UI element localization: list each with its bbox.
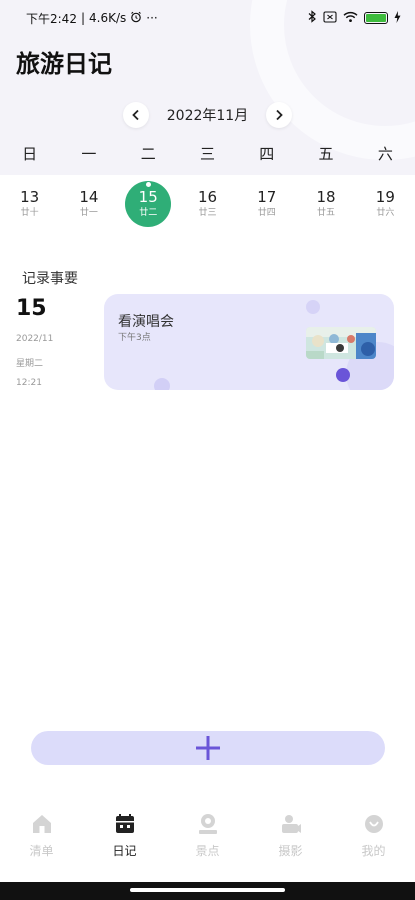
alarm-icon	[130, 11, 142, 26]
weekday-label: 四	[259, 145, 275, 163]
wifi-icon	[343, 11, 358, 26]
calendar-icon	[113, 812, 137, 836]
nav-item-list[interactable]: 清单	[0, 812, 83, 870]
location-pin-icon	[196, 812, 220, 836]
bluetooth-icon	[308, 10, 317, 26]
calendar-day[interactable]: 14 廿一	[59, 180, 118, 228]
day-number: 19	[375, 188, 395, 206]
weekday-label: 二	[140, 145, 156, 163]
record-date: 2022/11	[16, 334, 54, 344]
lunar-date: 廿四	[257, 208, 276, 218]
status-time: 下午2:42	[26, 11, 77, 26]
chevron-right-icon	[276, 109, 283, 121]
record-time: 12:21	[16, 378, 42, 388]
plus-icon	[196, 736, 220, 760]
lunar-date: 廿一	[79, 208, 98, 218]
home-icon	[30, 812, 54, 836]
app-title: 旅游日记	[16, 50, 112, 78]
nav-item-attractions[interactable]: 景点	[166, 812, 249, 870]
calendar-day[interactable]: 16 廿三	[178, 180, 237, 228]
next-month-button[interactable]	[266, 102, 293, 128]
sim-icon	[323, 10, 337, 26]
day-number: 18	[316, 188, 336, 206]
status-bar: 下午2:42 | 4.6K/s ···	[0, 0, 415, 36]
decorative-bubble	[154, 378, 170, 390]
record-thumbnail[interactable]	[306, 327, 376, 359]
profile-icon	[362, 812, 386, 836]
record-title: 看演唱会	[118, 314, 174, 330]
day-number: 15	[138, 188, 158, 206]
home-indicator	[0, 882, 415, 900]
calendar-day[interactable]: 19 廿六	[356, 180, 415, 228]
charging-icon	[394, 10, 401, 26]
calendar-week-row: 13 廿十 14 廿一 15 廿二 16 廿三 17 廿四 18 廿五 19 廿…	[0, 180, 415, 228]
day-number: 13	[20, 188, 40, 206]
add-record-button[interactable]	[31, 731, 385, 765]
camera-icon	[279, 812, 303, 836]
weekday-label: 三	[199, 145, 215, 163]
record-weekday: 星期二	[16, 359, 44, 369]
event-dot-icon	[145, 182, 151, 187]
network-speed: 4.6K/s	[89, 11, 127, 25]
prev-month-button[interactable]	[122, 102, 149, 128]
weekday-label: 五	[318, 145, 334, 163]
calendar-day[interactable]: 18 廿五	[296, 180, 355, 228]
nav-label: 我的	[361, 844, 386, 858]
record-subtitle: 下午3点	[118, 333, 151, 343]
weekday-label: 一	[81, 145, 97, 163]
more-notifications-icon: ···	[146, 11, 158, 25]
bottom-navigation: 清单 日记 景点 摄影 我的	[0, 812, 415, 870]
nav-label: 日记	[112, 844, 137, 858]
record-card[interactable]: 看演唱会 下午3点	[104, 294, 394, 390]
lunar-date: 廿三	[198, 208, 217, 218]
lunar-date: 廿六	[376, 208, 395, 218]
home-bar[interactable]	[130, 888, 285, 892]
section-title: 记录事要	[22, 271, 78, 287]
lunar-date: 廿二	[139, 208, 158, 218]
nav-item-photography[interactable]: 摄影	[249, 812, 332, 870]
calendar-day[interactable]: 17 廿四	[237, 180, 296, 228]
month-navigator: 2022年11月	[0, 100, 415, 130]
calendar-day-selected[interactable]: 15 廿二	[119, 180, 178, 228]
weekday-label: 日	[22, 145, 38, 163]
weekday-label: 六	[377, 145, 393, 163]
calendar-day[interactable]: 13 廿十	[0, 180, 59, 228]
weekday-header: 日 一 二 三 四 五 六	[0, 143, 415, 165]
day-number: 14	[79, 188, 99, 206]
battery-icon	[364, 12, 388, 24]
day-number: 17	[257, 188, 277, 206]
decorative-bubble	[306, 300, 320, 314]
month-label: 2022年11月	[166, 108, 249, 124]
day-number: 16	[197, 188, 218, 206]
nav-label: 景点	[195, 844, 220, 858]
nav-label: 清单	[29, 844, 54, 858]
chevron-left-icon	[131, 109, 139, 121]
lunar-date: 廿十	[20, 208, 39, 218]
nav-item-profile[interactable]: 我的	[332, 812, 415, 870]
nav-label: 摄影	[278, 844, 303, 858]
nav-item-diary[interactable]: 日记	[83, 812, 166, 870]
decorative-bubble	[336, 368, 350, 382]
record-day: 15	[16, 296, 47, 321]
lunar-date: 廿五	[317, 208, 336, 218]
